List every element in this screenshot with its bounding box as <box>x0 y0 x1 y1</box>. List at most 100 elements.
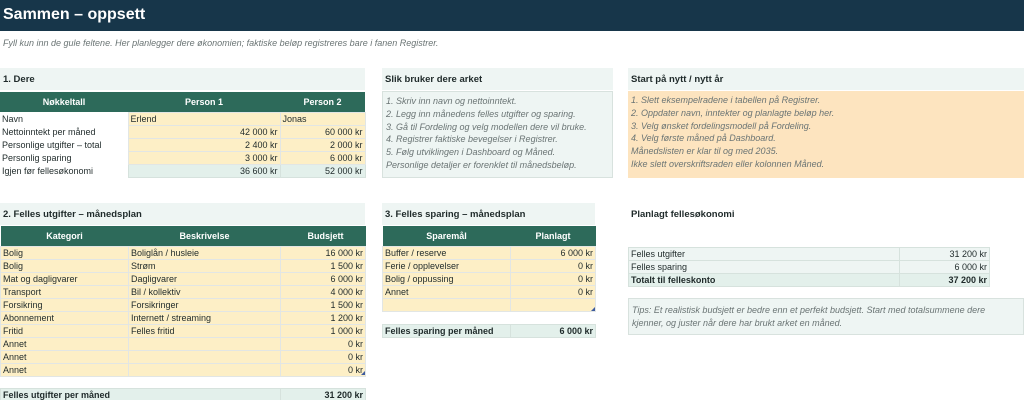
restart-notes: 1. Slett eksempelradene i tabellen på Re… <box>628 91 1024 178</box>
restart-line: Ikke slett overskriftsraden eller kolonn… <box>631 158 825 169</box>
planned-cell[interactable] <box>510 297 596 312</box>
description-cell[interactable]: Strøm <box>128 258 281 273</box>
howto-heading: Slik bruker dere arket <box>382 68 613 90</box>
savings-total-table: Felles sparing per måned 6 000 kr <box>382 324 596 338</box>
expenses-table: Kategori Beskrivelse Budsjett Bolig Bolig… <box>0 226 366 377</box>
budget-cell[interactable]: 1 500 kr <box>280 297 366 312</box>
description-cell[interactable]: Forsikringer <box>128 297 281 312</box>
category-cell[interactable]: Bolig <box>0 245 129 260</box>
budget-cell[interactable]: 16 000 kr <box>280 245 366 260</box>
budget-cell[interactable]: 1 200 kr <box>280 310 366 325</box>
table-row: Ferie / opplevelser 0 kr <box>382 258 596 273</box>
planned-cell[interactable]: 6 000 kr <box>510 245 596 260</box>
table-row: Abonnement Internett / streaming 1 200 kr <box>0 310 366 325</box>
budget-cell[interactable]: 1 000 kr <box>280 323 366 338</box>
planned-cell[interactable]: 0 kr <box>510 284 596 299</box>
expenses-total-table: Felles utgifter per måned 31 200 kr <box>0 388 366 400</box>
category-cell[interactable]: Mat og dagligvarer <box>0 271 129 286</box>
budget-cell[interactable]: 0 kr <box>280 336 366 351</box>
description-cell[interactable] <box>128 349 281 364</box>
table-row: Annet 0 kr <box>0 336 366 351</box>
table-resize-handle[interactable] <box>361 371 365 375</box>
goal-cell[interactable]: Buffer / reserve <box>382 245 511 260</box>
person-2-savings-cell[interactable]: 6 000 kr <box>279 150 366 165</box>
subtitle: Fyll kun inn de gule feltene. Her planle… <box>3 38 439 48</box>
table-row: Buffer / reserve 6 000 kr <box>382 245 596 260</box>
table-row: Nettoinntekt per måned 42 000 kr 60 000 … <box>0 124 366 139</box>
table-row: Bolig Boliglån / husleie 16 000 kr <box>0 245 366 260</box>
person-1-expenses-cell[interactable]: 2 400 kr <box>127 137 281 152</box>
planned-total-label: Totalt til felleskonto <box>628 273 900 287</box>
table-row: Bolig Strøm 1 500 kr <box>0 258 366 273</box>
restart-line: Månedslisten er klar til og med 2035. <box>631 146 779 157</box>
category-cell[interactable]: Annet <box>0 362 129 377</box>
description-cell[interactable] <box>128 336 281 351</box>
description-cell[interactable]: Internett / streaming <box>128 310 281 325</box>
description-cell[interactable]: Felles fritid <box>128 323 281 338</box>
table-row: Felles utgifter 31 200 kr <box>628 247 990 261</box>
planned-cell[interactable]: 0 kr <box>510 271 596 286</box>
table-row: Personlige utgifter – total 2 400 kr 2 0… <box>0 137 366 152</box>
planned-value: 6 000 kr <box>899 260 990 274</box>
person-1-name-cell[interactable]: Erlend <box>127 111 281 126</box>
planned-cell[interactable]: 0 kr <box>510 258 596 273</box>
goal-cell[interactable]: Ferie / opplevelser <box>382 258 511 273</box>
goal-cell[interactable] <box>382 297 511 312</box>
budget-cell[interactable]: 0 kr <box>280 362 366 377</box>
table-row: Transport Bil / kollektiv 4 000 kr <box>0 284 366 299</box>
planned-value: 31 200 kr <box>899 247 990 261</box>
table-resize-handle[interactable] <box>591 307 595 311</box>
section-3-heading: 3. Felles sparing – månedsplan <box>382 203 595 225</box>
restart-line: 1. Slett eksempelradene i tabellen på Re… <box>631 95 821 105</box>
table-row: Navn Erlend Jonas <box>0 111 366 126</box>
description-cell[interactable]: Dagligvarer <box>128 271 281 286</box>
category-cell[interactable]: Transport <box>0 284 129 299</box>
expenses-total-label: Felles utgifter per måned <box>0 388 281 400</box>
col-header-description: Beskrivelse <box>128 226 281 246</box>
howto-line: 1. Skriv inn navn og nettoinntekt. <box>386 96 517 106</box>
tips-box: Tips: Et realistisk budsjett er bedre en… <box>628 298 1024 335</box>
col-header-key-figures: Nøkkeltall <box>0 92 128 112</box>
category-cell[interactable]: Abonnement <box>0 310 129 325</box>
description-cell[interactable]: Bil / kollektiv <box>128 284 281 299</box>
budget-cell[interactable]: 0 kr <box>280 349 366 364</box>
budget-cell[interactable]: 6 000 kr <box>280 271 366 286</box>
row-label: Igjen før felles­økonomi <box>0 164 128 177</box>
budget-cell[interactable]: 1 500 kr <box>280 258 366 273</box>
person-2-income-cell[interactable]: 60 000 kr <box>279 124 366 139</box>
restart-line: 4. Velg første måned på Dashboard. <box>631 133 776 144</box>
budget-cell[interactable]: 4 000 kr <box>280 284 366 299</box>
savings-total-label: Felles sparing per måned <box>382 324 511 338</box>
category-cell[interactable]: Annet <box>0 336 129 351</box>
person-2-name-cell[interactable]: Jonas <box>279 111 366 126</box>
restart-heading: Start på nytt / nytt år <box>628 68 1024 90</box>
total-row: Totalt til felleskonto 37 200 kr <box>628 273 990 287</box>
savings-total-value: 6 000 kr <box>510 324 596 338</box>
description-cell[interactable]: Boliglån / husleie <box>128 245 281 260</box>
total-row: Felles utgifter per måned 31 200 kr <box>0 388 366 400</box>
col-header-category: Kategori <box>0 226 129 246</box>
row-label: Personlige utgifter – total <box>0 138 128 151</box>
col-header-budget: Budsjett <box>280 226 366 246</box>
person-2-remaining-cell: 52 000 kr <box>279 163 366 178</box>
category-cell[interactable]: Bolig <box>0 258 129 273</box>
planned-table: Felles utgifter 31 200 kr Felles sparing… <box>628 247 990 287</box>
tips-line: Tips: Et realistisk budsjett er bedre en… <box>632 305 986 315</box>
howto-line: 4. Registrer faktiske bevegelser i Regis… <box>386 134 558 145</box>
table-row: Igjen før felles­økonomi 36 600 kr 52 00… <box>0 163 366 178</box>
planned-total-value: 37 200 kr <box>899 273 990 287</box>
table-row: Forsikring Forsikringer 1 500 kr <box>0 297 366 312</box>
category-cell[interactable]: Annet <box>0 349 129 364</box>
category-cell[interactable]: Forsikring <box>0 297 129 312</box>
description-cell[interactable] <box>128 362 281 377</box>
goal-cell[interactable]: Bolig / oppussing <box>382 271 511 286</box>
goal-cell[interactable]: Annet <box>382 284 511 299</box>
row-label: Personlig sparing <box>0 151 128 164</box>
col-header-person-2: Person 2 <box>280 92 365 112</box>
howto-line: 5. Følg utviklingen i Dashboard og Måned… <box>386 147 556 158</box>
person-1-savings-cell[interactable]: 3 000 kr <box>127 150 281 165</box>
page-title: Sammen – oppsett <box>3 6 146 23</box>
person-1-income-cell[interactable]: 42 000 kr <box>127 124 281 139</box>
person-2-expenses-cell[interactable]: 2 000 kr <box>279 137 366 152</box>
category-cell[interactable]: Fritid <box>0 323 129 338</box>
